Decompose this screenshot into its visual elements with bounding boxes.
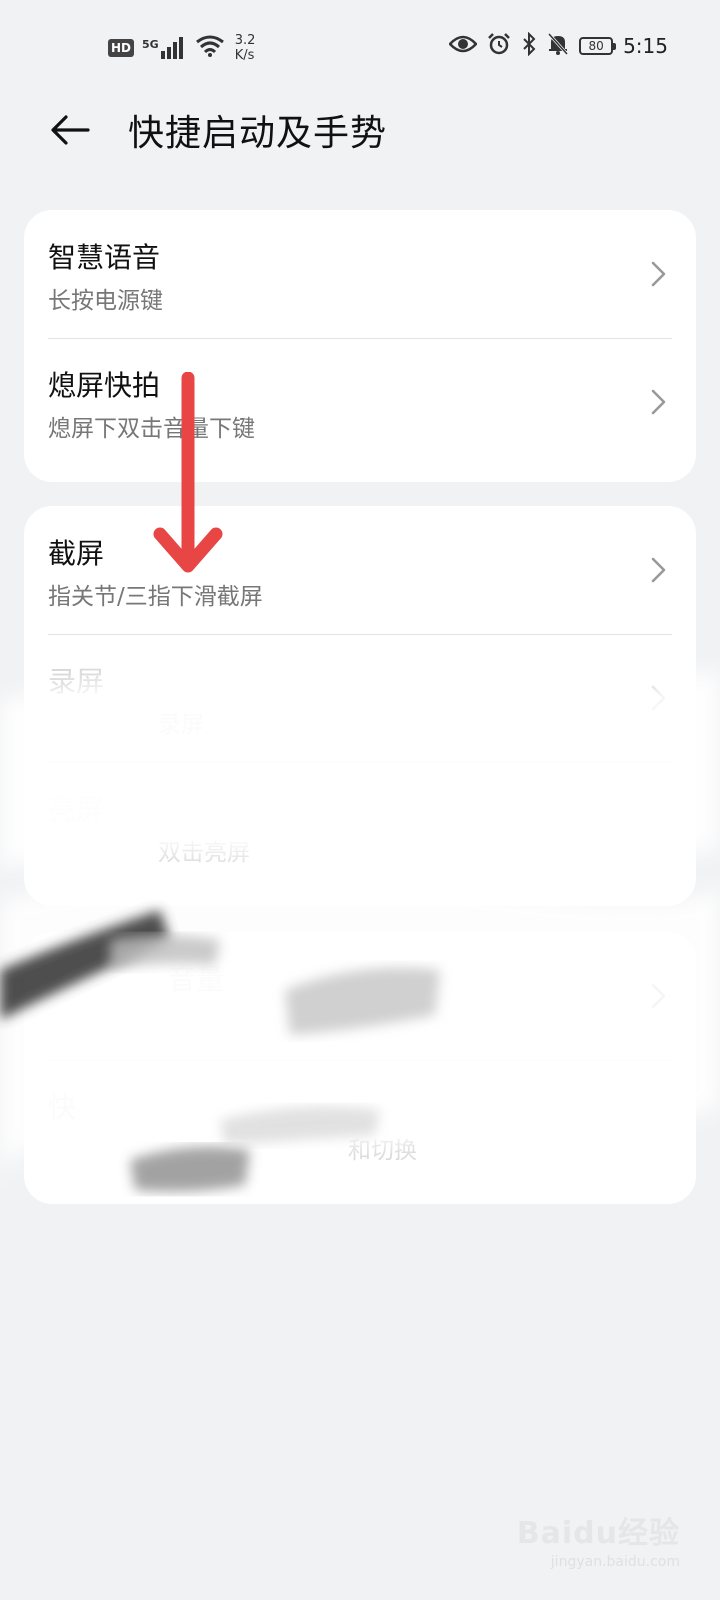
eye-comfort-icon [448,34,478,58]
chevron-right-icon [651,389,666,415]
setting-item-quick-snap[interactable]: 熄屏快拍 熄屏下双击音量下键 [24,338,696,466]
setting-item-subtitle: 指关节/三指下滑截屏 [48,584,263,610]
settings-group-2: 截屏 指关节/三指下滑截屏 录屏 录屏 亮屏 双击亮屏 [24,506,696,906]
network-speed: 3.2 K/s [235,33,256,63]
setting-item-title: 熄屏快拍 [48,369,161,402]
setting-item-subtitle: 熄屏下双击音量下键 [48,416,255,442]
setting-item-volume[interactable]: 音量 [24,932,696,1060]
back-arrow-icon [51,115,90,145]
settings-group-3: 音量 快 和切换 [24,932,696,1204]
network-type: 5G [142,38,159,51]
setting-item-title: 截屏 [48,537,105,570]
setting-item-screen-record[interactable]: 录屏 录屏 [24,634,696,762]
setting-item-subtitle: 和切换 [348,1138,417,1164]
hd-badge: HD [108,39,135,57]
chevron-right-icon [651,685,666,711]
setting-item-title: 亮屏 [48,793,105,826]
setting-item-title: 音量 [168,963,225,996]
cellular-signal-icon: 5G [142,37,187,59]
status-bar: HD 5G 3.2 K/s 80 5:15 [0,0,720,90]
chevron-right-icon [651,983,666,1009]
setting-item-quick-switch[interactable]: 快 和切换 [24,1060,696,1188]
setting-item-wake-screen[interactable]: 亮屏 双击亮屏 [24,762,696,890]
baidu-watermark: Baidu经验 jingyan.baidu.com [517,1508,680,1570]
battery-icon: 80 [579,37,617,55]
bluetooth-icon [521,31,537,60]
status-bar-left: HD 5G 3.2 K/s [108,28,255,68]
chevron-right-icon [651,557,666,583]
setting-item-title: 录屏 [48,665,105,698]
chevron-right-icon [651,261,666,287]
watermark-logo: Baidu经验 [516,1516,680,1551]
setting-item-smart-voice[interactable]: 智慧语音 长按电源键 [24,210,696,338]
watermark-url: jingyan.baidu.com [550,1554,680,1570]
alarm-icon [487,32,511,60]
page-title: 快捷启动及手势 [128,113,388,154]
settings-group-1: 智慧语音 长按电源键 熄屏快拍 熄屏下双击音量下键 [24,210,696,482]
back-button[interactable] [40,100,100,160]
setting-item-subtitle: 长按电源键 [48,288,163,314]
header: 快捷启动及手势 [0,95,720,165]
mute-bell-icon [547,32,569,60]
wifi-icon [195,35,225,61]
setting-item-screenshot[interactable]: 截屏 指关节/三指下滑截屏 [24,506,696,634]
speed-unit: K/s [234,48,255,63]
setting-item-title: 快 [48,1091,77,1124]
setting-item-subtitle: 录屏 [158,712,204,738]
speed-value: 3.2 [234,33,256,48]
setting-item-subtitle: 双击亮屏 [158,840,250,866]
clock: 5:15 [623,34,668,58]
setting-item-title: 智慧语音 [48,241,161,274]
status-bar-right: 80 5:15 [448,30,668,62]
